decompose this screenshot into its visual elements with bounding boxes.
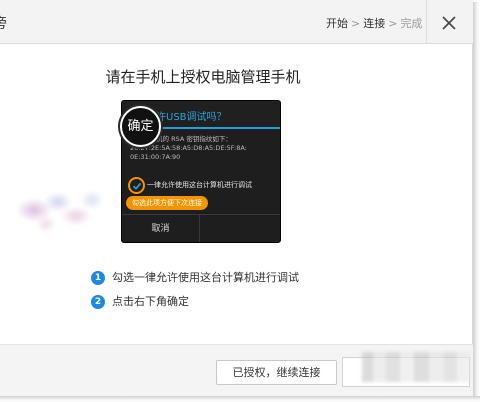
- blurred-overlay: [362, 352, 470, 382]
- close-button[interactable]: [436, 10, 462, 36]
- connect-phone-window: 旁 开始>连接>完成 请在手机上授权电脑管理手机 允许USB调试吗？ 这台: [0, 0, 473, 396]
- dialog-button-row: 取消: [122, 214, 280, 242]
- step-finish: 完成: [400, 17, 423, 30]
- check-icon: [132, 182, 142, 190]
- checkbox-tip: 勾选此项方便下次连接: [126, 196, 208, 210]
- blurred-image: [6, 172, 106, 242]
- close-icon: [442, 16, 456, 30]
- step-number-badge: 1: [91, 271, 105, 285]
- step-number-badge: 2: [91, 295, 105, 309]
- cancel-button[interactable]: 取消: [122, 215, 200, 242]
- ok-button[interactable]: 确定: [120, 106, 161, 147]
- step-connect: 连接: [363, 17, 386, 30]
- window-shadow-bottom: [0, 396, 480, 402]
- page-heading: 请在手机上授权电脑管理手机: [105, 68, 301, 86]
- title-divider: [426, 0, 427, 44]
- step-separator: >: [388, 17, 398, 30]
- always-allow-label: 一律允许使用这台计算机进行调试: [147, 181, 252, 189]
- title-bar: 旁 开始>连接>完成: [0, 0, 473, 44]
- authorized-continue-button[interactable]: 已授权，继续连接: [216, 360, 337, 385]
- fingerprint-line: 0E:31:00:7A:90: [130, 153, 181, 161]
- step-separator: >: [351, 17, 361, 30]
- fingerprint-line: 26:27:2E:5A:58:A5:D8:A5:DE:5F:8A:: [130, 144, 247, 152]
- window-title: 旁: [0, 13, 7, 33]
- window-shadow-right: [473, 2, 480, 400]
- instruction-text: 勾选一律允许使用这台计算机进行调试: [112, 271, 299, 284]
- instruction-text: 点击右下角确定: [112, 295, 189, 308]
- step-start: 开始: [326, 17, 348, 30]
- always-allow-checkbox[interactable]: [128, 177, 145, 194]
- progress-steps: 开始 > 连接 > 完成: [326, 15, 422, 31]
